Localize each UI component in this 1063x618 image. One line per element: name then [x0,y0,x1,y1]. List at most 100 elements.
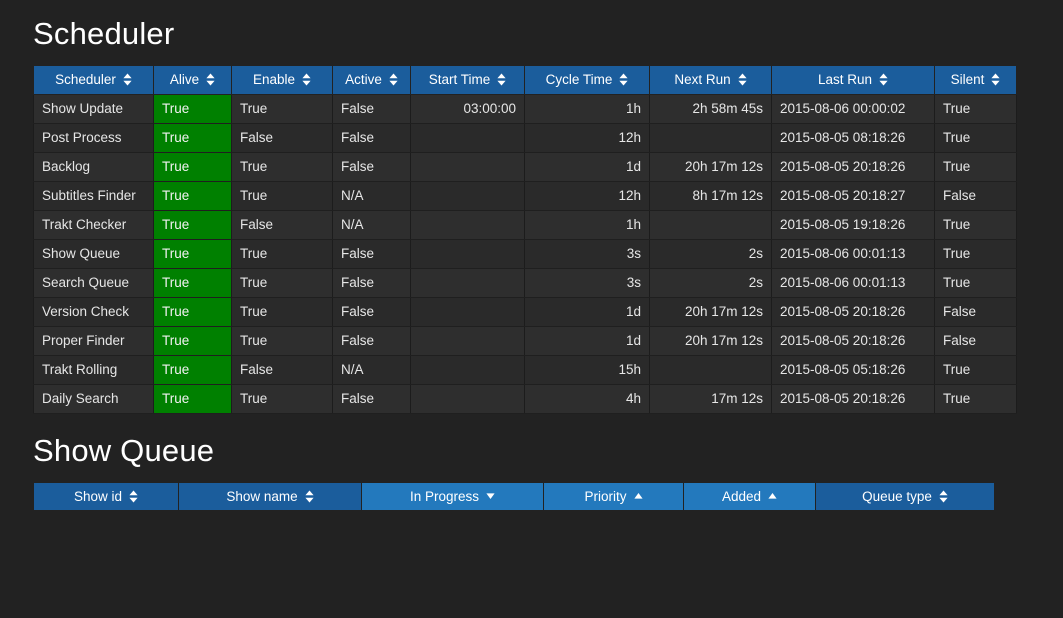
sort-both-icon [302,73,311,86]
show-queue-page-title: Show Queue [33,432,215,468]
cell-active: False [332,296,411,327]
scheduler-table-wrapper: Scheduler Alive Enable Active Start Time Cycl… [33,66,1030,414]
cell-last-run: 2015-08-06 00:01:13 [771,238,935,269]
cell-cycle-time: 12h [524,180,650,211]
scheduler-header-scheduler[interactable]: Scheduler [33,66,154,95]
sort-asc-icon [633,492,643,500]
column-label: Added [721,488,762,504]
column-label: Show id [73,488,123,504]
scheduler-header-silent[interactable]: Silent [934,66,1017,95]
cell-next-run: 2h 58m 45s [649,93,772,124]
scheduler-table-row: Search Queue True True False 3s 2s 2015-08-06 … [33,267,1017,298]
cell-next-run: 2s [649,238,772,269]
cell-active: N/A [332,209,411,240]
cell-start-time [410,267,525,298]
sort-both-icon [939,490,948,503]
cell-alive: True [153,354,232,385]
sort-desc-icon [486,492,495,500]
scheduler-table-body: Show Update True True False 03:00:00 1h 2h 58m… [33,93,1017,414]
cell-active: False [332,267,411,298]
cell-last-run: 2015-08-05 20:18:26 [771,151,935,182]
column-label: Silent [950,72,985,88]
cell-start-time [410,296,525,327]
cell-alive: True [153,209,232,240]
cell-next-run: 2s [649,267,772,298]
cell-start-time [410,325,525,356]
scheduler-table-row: Trakt Rolling True False N/A 15h 2015-08-05 0… [33,354,1017,385]
cell-cycle-time: 12h [524,122,650,153]
scheduler-header-cycle-time[interactable]: Cycle Time [524,66,650,95]
cell-active: False [332,93,411,124]
cell-start-time [410,383,525,414]
cell-scheduler: Search Queue [33,267,154,298]
sort-both-icon [389,73,398,86]
cell-scheduler: Show Queue [33,238,154,269]
cell-last-run: 2015-08-05 20:18:26 [771,296,935,327]
cell-last-run: 2015-08-05 20:18:27 [771,180,935,211]
cell-enable: True [231,296,333,327]
cell-start-time [410,122,525,153]
cell-last-run: 2015-08-05 20:18:26 [771,383,935,414]
sort-asc-icon [768,492,777,500]
cell-silent: False [934,296,1017,327]
cell-active: False [332,151,411,182]
scheduler-header-active[interactable]: Active [332,66,411,95]
scheduler-header-start-time[interactable]: Start Time [410,66,525,95]
cell-cycle-time: 15h [524,354,650,385]
column-label: Enable [252,72,296,88]
scheduler-table-row: Subtitles Finder True True N/A 12h 8h 17m 12s… [33,180,1017,211]
cell-active: N/A [332,180,411,211]
show-queue-header-queue-type[interactable]: Queue type [815,482,995,511]
show-queue-header-added[interactable]: Added [683,482,816,511]
cell-start-time [410,238,525,269]
sort-both-icon [879,73,888,86]
cell-silent: True [934,93,1017,124]
scheduler-table-head: Scheduler Alive Enable Active Start Time Cycl… [33,66,1017,95]
scheduler-header-enable[interactable]: Enable [231,66,333,95]
cell-enable: False [231,209,333,240]
show-queue-header-row: Show id Show name In Progress Priority Added… [33,482,995,511]
cell-silent: True [934,354,1017,385]
sort-both-icon [619,73,628,86]
column-label: Scheduler [55,72,116,88]
column-label: Cycle Time [545,72,613,88]
column-label: Next Run [674,72,731,88]
cell-scheduler: Version Check [33,296,154,327]
scheduler-table-row: Daily Search True True False 4h 17m 12s 2015-0… [33,383,1017,414]
cell-scheduler: Trakt Rolling [33,354,154,385]
cell-enable: True [231,383,333,414]
show-queue-header-show-name[interactable]: Show name [178,482,362,511]
scheduler-header-last-run[interactable]: Last Run [771,66,935,95]
cell-cycle-time: 1h [524,93,650,124]
show-queue-header-show-id[interactable]: Show id [33,482,179,511]
show-queue-header-priority[interactable]: Priority [543,482,684,511]
cell-last-run: 2015-08-06 00:01:13 [771,267,935,298]
column-label: Alive [169,72,200,88]
cell-cycle-time: 4h [524,383,650,414]
column-label: Active [345,72,382,88]
cell-last-run: 2015-08-05 20:18:26 [771,325,935,356]
cell-active: N/A [332,354,411,385]
cell-alive: True [153,180,232,211]
cell-next-run [649,354,772,385]
sort-both-icon [305,490,314,503]
show-queue-table-wrapper: Show id Show name In Progress Priority Added… [33,482,1030,511]
sort-both-icon [497,73,506,86]
cell-scheduler: Post Process [33,122,154,153]
page-root: Scheduler Scheduler Alive Enable Active Star… [0,0,1063,618]
scheduler-header-next-run[interactable]: Next Run [649,66,772,95]
cell-alive: True [153,238,232,269]
cell-silent: True [934,267,1017,298]
cell-enable: True [231,93,333,124]
column-label: Queue type [862,488,932,504]
scheduler-table-row: Post Process True False False 12h 2015-08-05 … [33,122,1017,153]
scheduler-header-alive[interactable]: Alive [153,66,232,95]
cell-silent: True [934,238,1017,269]
scheduler-table-row: Proper Finder True True False 1d 20h 17m 12s 2… [33,325,1017,356]
cell-active: False [332,325,411,356]
cell-alive: True [153,93,232,124]
show-queue-header-in-progress[interactable]: In Progress [361,482,544,511]
scheduler-table-row: Show Update True True False 03:00:00 1h 2h 58m… [33,93,1017,124]
cell-last-run: 2015-08-05 08:18:26 [771,122,935,153]
cell-enable: True [231,267,333,298]
